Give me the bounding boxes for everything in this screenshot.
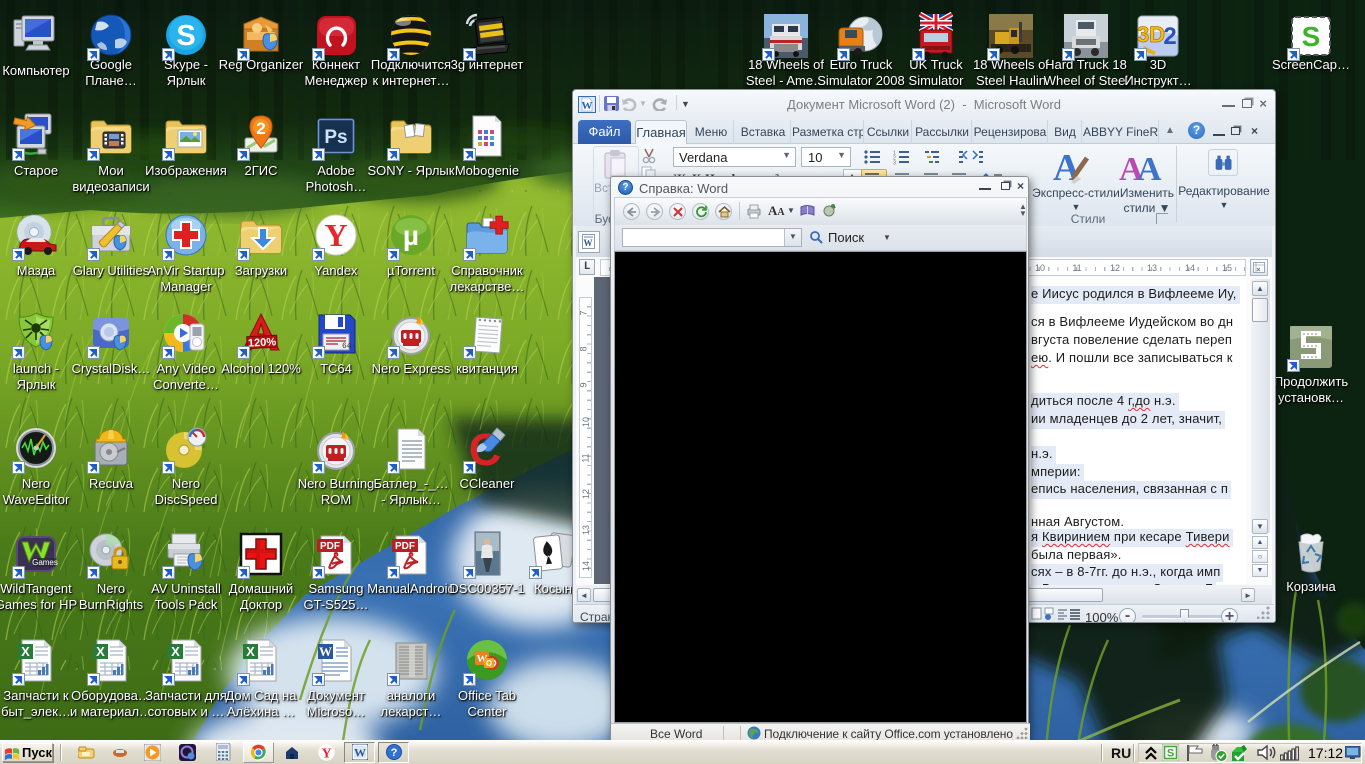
svg-text:?: ? (391, 747, 398, 759)
svg-text:120%: 120% (248, 336, 277, 349)
svg-text:X: X (171, 644, 180, 659)
svg-text:A: A (1137, 151, 1162, 186)
svg-text:X: X (21, 644, 30, 659)
svg-text:S: S (1167, 748, 1174, 760)
svg-text:3D: 3D (1137, 22, 1165, 47)
svg-text:64-: 64- (342, 342, 356, 351)
svg-text:2: 2 (1163, 23, 1176, 50)
svg-text:3: 3 (893, 161, 896, 166)
svg-text:X: X (96, 644, 105, 659)
svg-text:Y: Y (321, 747, 331, 762)
svg-text:2: 2 (256, 119, 265, 138)
svg-text:Y: Y (324, 217, 347, 253)
svg-text:µ: µ (403, 220, 419, 251)
svg-text:X: X (246, 644, 255, 659)
svg-text:W: W (354, 746, 366, 760)
svg-text:S: S (176, 20, 195, 52)
svg-text:W: W (584, 238, 593, 248)
svg-text:Games: Games (32, 558, 58, 567)
svg-text:Ps: Ps (324, 127, 347, 148)
svg-text:PDF: PDF (320, 541, 340, 552)
svg-text:W: W (319, 644, 332, 659)
svg-text:O: O (486, 659, 492, 668)
svg-text:S: S (1302, 21, 1321, 52)
svg-text:A: A (1053, 148, 1081, 188)
svg-text:PDF: PDF (395, 541, 415, 552)
